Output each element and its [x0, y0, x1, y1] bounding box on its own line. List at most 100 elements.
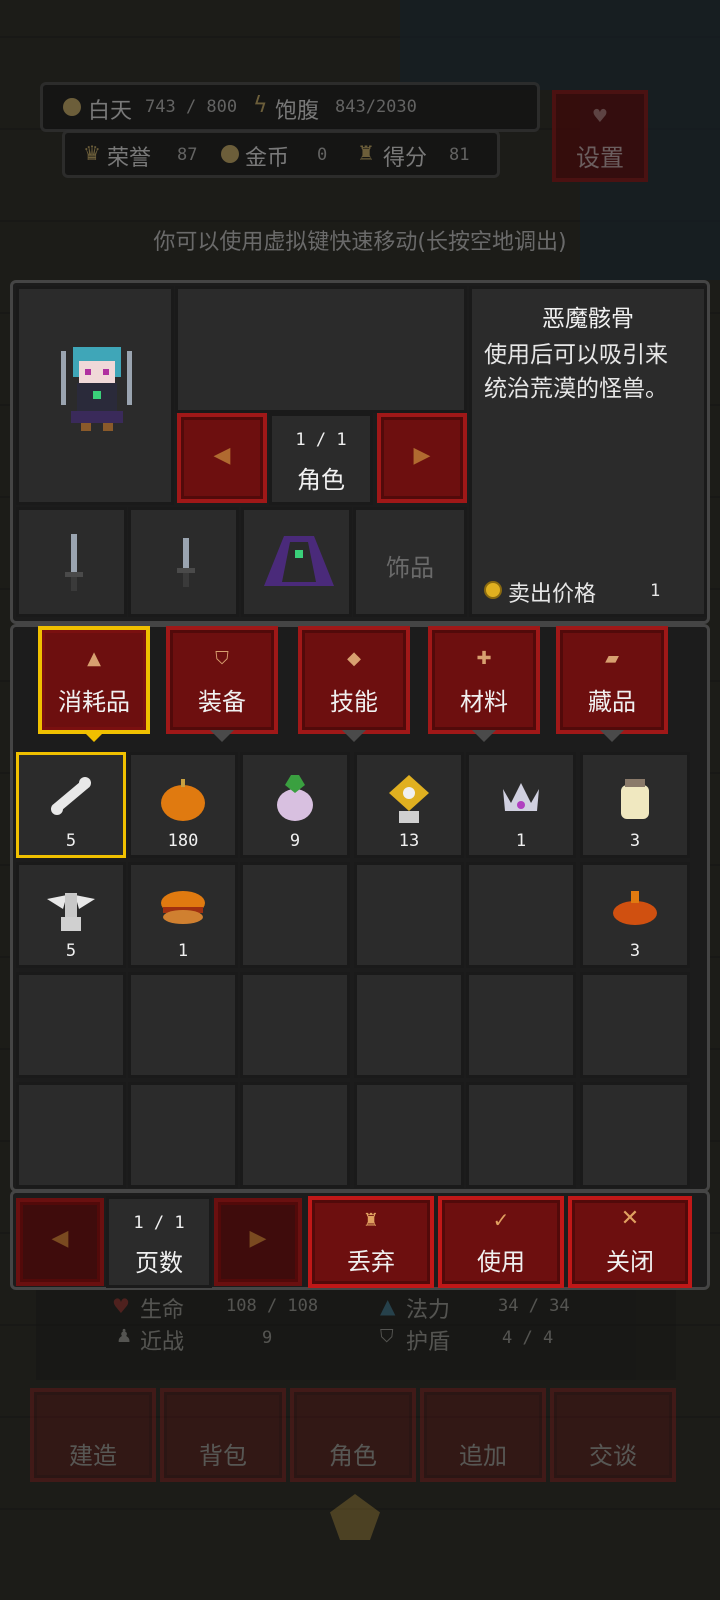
armor-label: 护盾: [406, 1330, 451, 1355]
sell-price-label: 卖出价格: [508, 582, 597, 607]
inventory-slot[interactable]: 13: [354, 752, 464, 858]
tab-label: 消耗品: [58, 688, 130, 716]
nav-role-label: 角色: [329, 1442, 377, 1470]
nav-talk-label: 交谈: [589, 1442, 637, 1470]
item-count: 9: [289, 831, 301, 851]
inventory-slot-empty[interactable]: [128, 972, 238, 1078]
armor-slot[interactable]: [241, 507, 352, 617]
tab-3[interactable]: ✚ 材料: [428, 626, 540, 734]
character-panel: ◀ 1 / 1 角色 ▶ 饰品 恶魔骸骨 使用后可以吸引来 统治荒漠的怪兽。 卖…: [10, 280, 710, 624]
inventory-slot-empty[interactable]: [354, 972, 464, 1078]
shield-icon: ⛉: [215, 648, 229, 669]
inventory-slot[interactable]: 9: [240, 752, 350, 858]
inventory-slot-empty[interactable]: [466, 862, 576, 968]
character-page-label: 角色: [297, 466, 345, 494]
inventory-page-number: 1 / 1: [133, 1213, 185, 1233]
inventory-slot[interactable]: 1: [128, 862, 238, 968]
character-portrait[interactable]: [16, 286, 174, 505]
item-count: 3: [629, 831, 641, 851]
inventory-prev-button[interactable]: ◀: [16, 1198, 104, 1286]
discard-label: 丢弃: [347, 1248, 395, 1276]
item-count: 1: [515, 831, 527, 851]
tab-arrow-icon: [600, 730, 624, 742]
inventory-slot-empty[interactable]: [466, 1082, 576, 1188]
inventory-page-indicator: 1 / 1 页数: [106, 1196, 212, 1288]
lightning-icon: ϟ: [253, 93, 268, 118]
melee-label: 近战: [140, 1330, 185, 1355]
inventory-slot-empty[interactable]: [240, 862, 350, 968]
inventory-slot-empty[interactable]: [16, 972, 126, 1078]
inventory-next-button[interactable]: ▶: [214, 1198, 302, 1286]
nav-add[interactable]: 追加: [420, 1388, 546, 1482]
trophy-icon: ♜: [357, 141, 375, 165]
tab-4[interactable]: ▰ 藏品: [556, 626, 668, 734]
close-label: 关闭: [606, 1248, 654, 1276]
item-count: 180: [167, 831, 199, 851]
gold-label: 金币: [245, 146, 290, 171]
inventory-slot-empty[interactable]: [580, 972, 690, 1078]
nav-build-label: 建造: [69, 1442, 117, 1470]
day-value: 743 / 800: [145, 97, 238, 117]
inventory-slot[interactable]: 1: [466, 752, 576, 858]
nav-bag[interactable]: 背包: [160, 1388, 286, 1482]
accessory-label: 饰品: [386, 554, 434, 582]
inventory-slot[interactable]: 5: [16, 862, 126, 968]
item-name: 恶魔骸骨: [542, 306, 634, 332]
inventory-slot[interactable]: 3: [580, 862, 690, 968]
inventory-slot-empty[interactable]: [466, 972, 576, 1078]
arrow-right-icon: ▶: [413, 443, 431, 468]
character-prev-button[interactable]: ◀: [177, 413, 267, 503]
discard-button[interactable]: ♜ 丢弃: [308, 1196, 434, 1288]
inventory-slot-empty[interactable]: [240, 1082, 350, 1188]
weapon-slot-1[interactable]: [16, 507, 127, 617]
honor-value: 87: [177, 145, 198, 165]
heart-icon: ♥: [112, 1294, 130, 1318]
sun-icon: [63, 98, 81, 116]
nav-add-label: 追加: [459, 1442, 507, 1470]
inventory-slot-empty[interactable]: [128, 1082, 238, 1188]
hud-panel-2: ♛ 荣誉 87 金币 0 ♜ 得分 81: [62, 130, 500, 178]
character-next-button[interactable]: ▶: [377, 413, 467, 503]
inventory-slot-empty[interactable]: [580, 1082, 690, 1188]
tab-label: 装备: [198, 688, 246, 716]
item-info-panel: 恶魔骸骨 使用后可以吸引来 统治荒漠的怪兽。 卖出价格 1: [469, 286, 707, 617]
tab-2[interactable]: ◆ 技能: [298, 626, 410, 734]
hp-value: 108 / 108: [226, 1296, 319, 1316]
coin-small-icon: [221, 145, 239, 163]
settings-button[interactable]: ♥ 设置: [552, 90, 648, 182]
nav-talk[interactable]: 交谈: [550, 1388, 676, 1482]
item-count: 13: [398, 831, 420, 851]
tab-arrow-icon: [472, 730, 496, 742]
inventory-slot-empty[interactable]: [354, 862, 464, 968]
close-button[interactable]: ✕ 关闭: [568, 1196, 692, 1288]
cake-icon: [613, 891, 657, 925]
dagger-icon: [177, 538, 195, 587]
score-label: 得分: [383, 146, 428, 171]
item-count: 3: [629, 941, 641, 961]
nav-build[interactable]: 建造: [30, 1388, 156, 1482]
sell-price-value: 1: [650, 581, 661, 601]
weapon-slot-2[interactable]: [128, 507, 239, 617]
inventory-slot-empty[interactable]: [16, 1082, 126, 1188]
use-button[interactable]: ✓ 使用: [438, 1196, 564, 1288]
hero-sprite-icon: [61, 347, 132, 431]
inventory-slot[interactable]: 3: [580, 752, 690, 858]
crown-small-icon: ♛: [83, 141, 101, 165]
hud-panel: 白天 743 / 800 ϟ 饱腹 843/2030: [40, 82, 540, 132]
accessory-slot[interactable]: 饰品: [353, 507, 467, 617]
inventory-slot[interactable]: 180: [128, 752, 238, 858]
tab-0[interactable]: ▲ 消耗品: [38, 626, 150, 734]
tab-1[interactable]: ⛉ 装备: [166, 626, 278, 734]
inventory-slot-empty[interactable]: [354, 1082, 464, 1188]
inventory-slot[interactable]: 5: [16, 752, 126, 858]
inventory-slot-empty[interactable]: [240, 972, 350, 1078]
item-description-2: 统治荒漠的怪兽。: [484, 376, 668, 402]
nav-role[interactable]: 角色: [290, 1388, 416, 1482]
tab-arrow-icon: [82, 730, 106, 742]
item-count: 5: [65, 941, 77, 961]
settings-icon: ♥: [591, 106, 609, 127]
mp-value: 34 / 34: [498, 1296, 570, 1316]
tab-label: 藏品: [588, 688, 636, 716]
character-page-indicator: 1 / 1 角色: [269, 413, 373, 505]
trash-icon: ♜: [362, 1210, 380, 1231]
